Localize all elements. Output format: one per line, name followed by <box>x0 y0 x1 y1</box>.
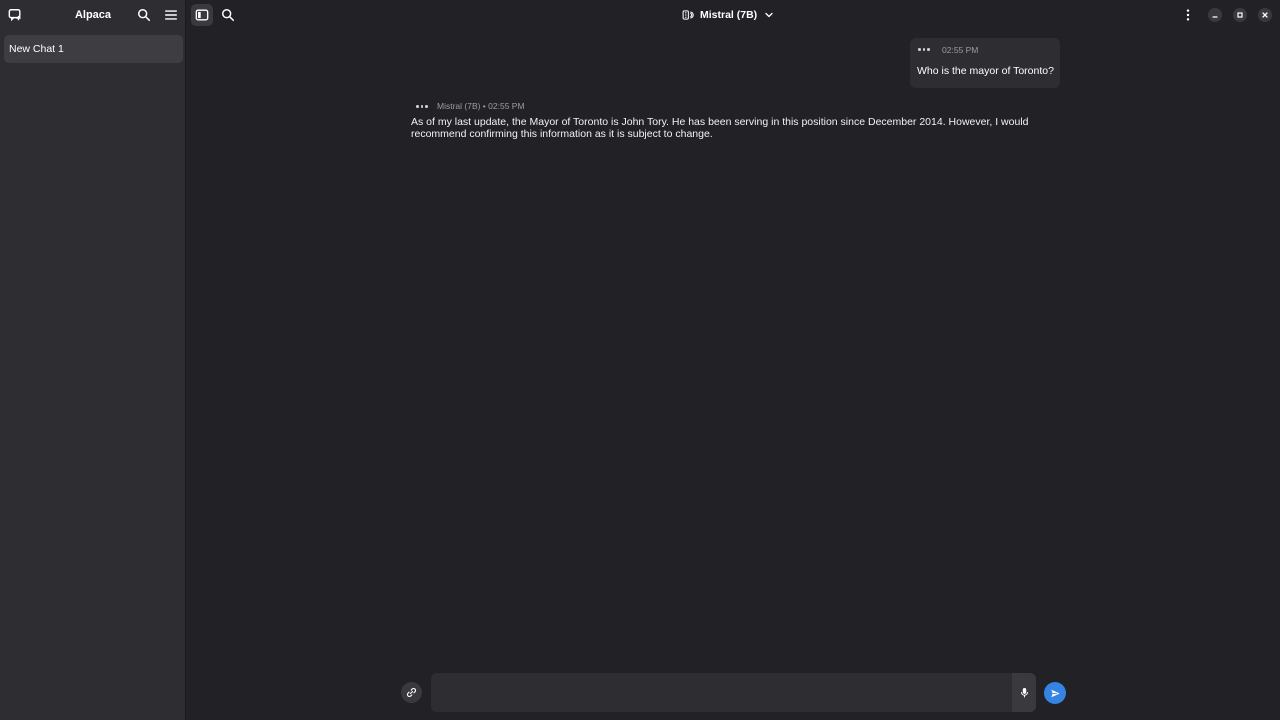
message-timestamp: 02:55 PM <box>942 45 979 55</box>
toggle-sidebar-button[interactable] <box>191 4 213 26</box>
minimize-icon <box>1212 16 1218 18</box>
message-text: Who is the mayor of Toronto? <box>917 65 1054 77</box>
chevron-down-icon <box>765 12 773 18</box>
sidebar-header: Alpaca <box>0 0 186 30</box>
message-meta: Mistral (7B) • 02:55 PM <box>437 101 525 111</box>
app-title: Alpaca <box>74 9 112 21</box>
message-options-button[interactable] <box>416 103 430 109</box>
message-input[interactable] <box>439 673 1009 712</box>
attach-icon <box>407 688 416 697</box>
send-icon <box>1050 689 1060 697</box>
maximize-button[interactable] <box>1233 8 1247 22</box>
new-chat-button[interactable] <box>4 4 26 26</box>
search-chats-button[interactable] <box>133 4 155 26</box>
search-icon <box>222 9 235 22</box>
more-options-button[interactable] <box>1177 4 1199 26</box>
attach-button[interactable] <box>401 682 422 703</box>
search-messages-button[interactable] <box>217 4 239 26</box>
chat-list-item-label: New Chat 1 <box>9 43 64 55</box>
close-button[interactable] <box>1258 8 1272 22</box>
model-selector[interactable]: Mistral (7B) <box>682 6 775 24</box>
voice-input-button[interactable] <box>1012 673 1036 712</box>
search-icon <box>138 9 151 22</box>
send-button[interactable] <box>1044 682 1066 704</box>
message-text: As of my last update, the Mayor of Toron… <box>411 116 1029 140</box>
new-chat-icon <box>8 9 21 22</box>
model-manager-icon <box>682 10 694 20</box>
sidebar-toggle-icon <box>195 9 209 21</box>
user-message: 02:55 PM Who is the mayor of Toronto? <box>910 38 1060 88</box>
hamburger-menu-icon <box>165 10 177 20</box>
main-menu-button[interactable] <box>160 4 182 26</box>
close-icon <box>1262 12 1268 18</box>
model-name: Mistral (7B) <box>700 9 758 21</box>
chat-list-item[interactable]: New Chat 1 <box>4 35 183 63</box>
maximize-icon <box>1237 12 1243 18</box>
sidebar: Alpaca New Chat 1 <box>0 0 186 720</box>
main-header: Mistral (7B) <box>187 0 1280 30</box>
kebab-menu-icon <box>1186 9 1190 21</box>
microphone-icon <box>1020 688 1028 698</box>
message-options-button[interactable] <box>918 46 932 52</box>
minimize-button[interactable] <box>1208 8 1222 22</box>
message-input-container <box>431 673 1036 712</box>
